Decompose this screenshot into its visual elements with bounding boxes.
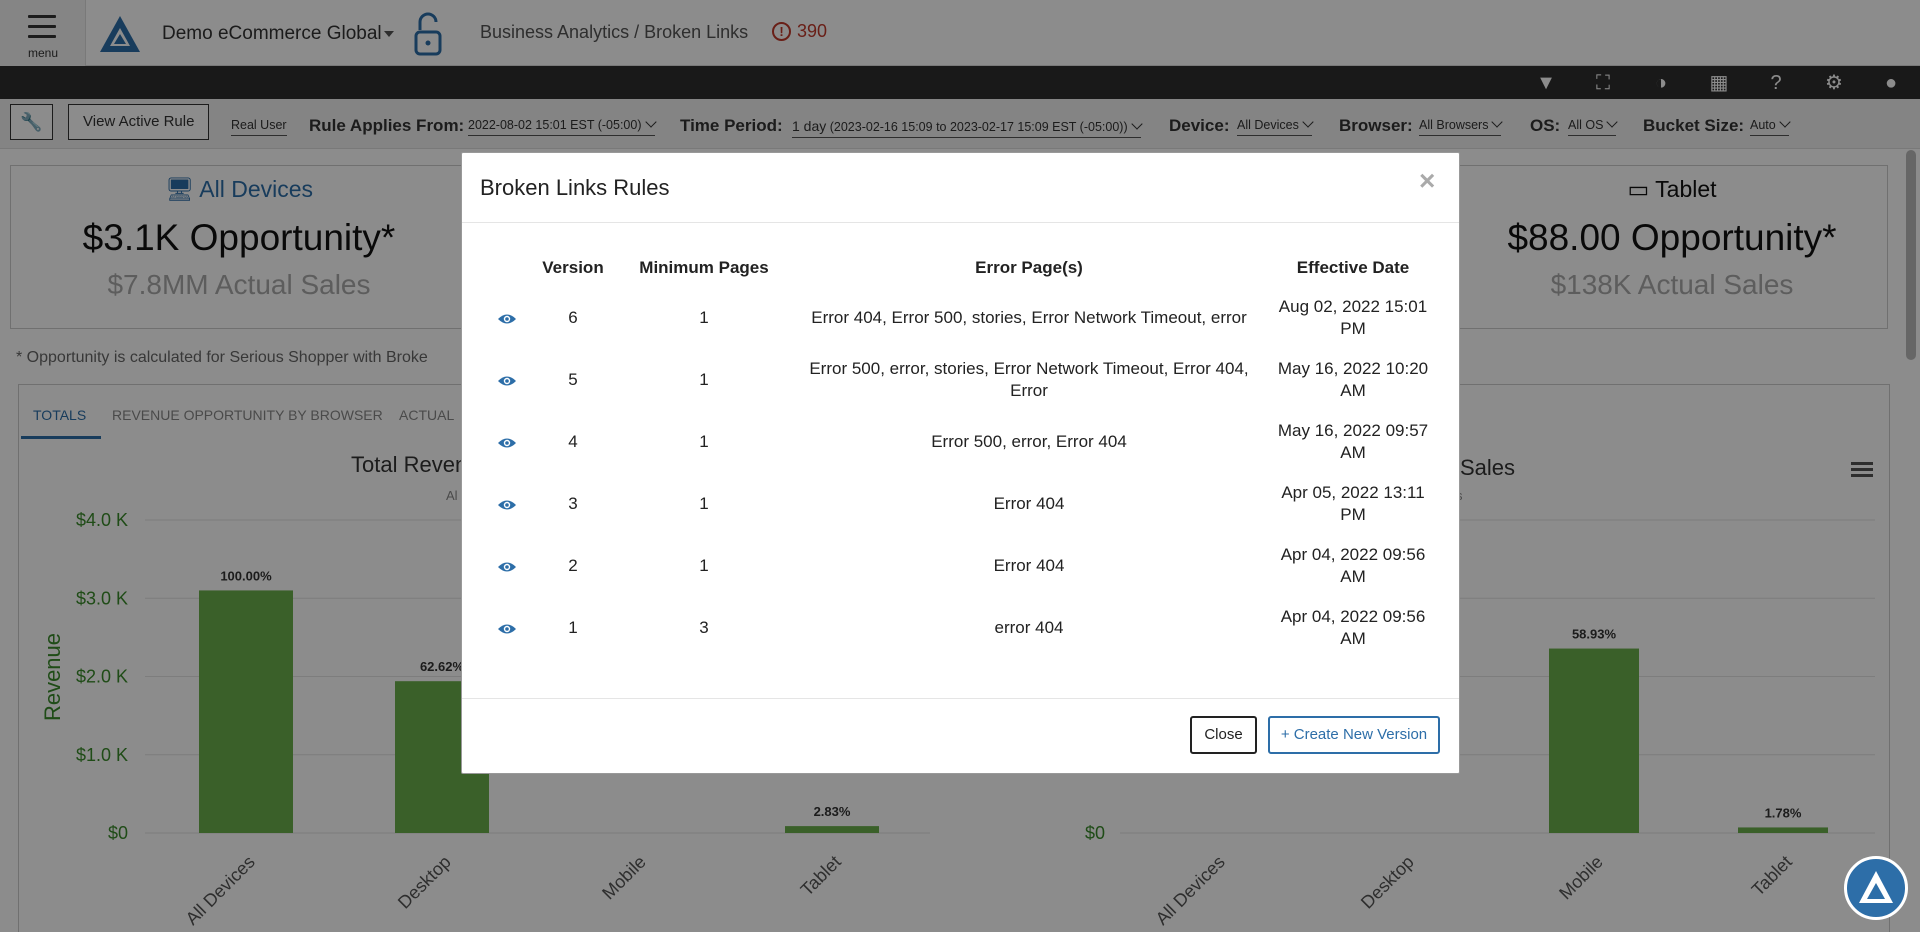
effective-date-cell: Apr 04, 2022 09:56 AM xyxy=(1280,607,1426,648)
column-header: Error Page(s) xyxy=(975,258,1083,277)
create-new-version-button[interactable]: + Create New Version xyxy=(1268,716,1440,754)
effective-date-cell: May 16, 2022 10:20 AM xyxy=(1277,359,1429,400)
min-pages-cell: 1 xyxy=(699,370,709,389)
eye-icon[interactable] xyxy=(497,622,517,636)
min-pages-cell: 3 xyxy=(699,618,709,637)
effective-date-cell: Apr 05, 2022 13:11 PM xyxy=(1281,483,1425,524)
error-pages-cell: Error 404 xyxy=(993,556,1065,575)
table-row: 3 1 Error 404 Apr 05, 2022 13:11 PM xyxy=(486,473,1438,535)
eye-icon[interactable] xyxy=(497,498,517,512)
version-cell: 4 xyxy=(568,432,578,451)
column-header: Version xyxy=(542,258,604,277)
version-cell: 6 xyxy=(568,308,578,327)
eye-icon[interactable] xyxy=(497,312,517,326)
table-row: 6 1 Error 404, Error 500, stories, Error N… xyxy=(486,287,1438,349)
eye-icon[interactable] xyxy=(497,436,517,450)
effective-date-cell: Apr 04, 2022 09:56 AM xyxy=(1280,545,1426,586)
view-cell xyxy=(486,287,528,349)
broken-links-rules-modal: Broken Links Rules × Version Minimum Pag… xyxy=(461,152,1460,774)
effective-date-cell: May 16, 2022 09:57 AM xyxy=(1277,421,1429,462)
min-pages-cell: 1 xyxy=(699,308,709,327)
view-cell xyxy=(486,597,528,659)
close-button[interactable]: Close xyxy=(1190,716,1257,754)
error-pages-cell: Error 404, Error 500, stories, Error Net… xyxy=(811,308,1247,327)
table-row: 4 1 Error 500, error, Error 404 May 16, 202… xyxy=(486,411,1438,473)
error-pages-cell: Error 404 xyxy=(993,494,1065,513)
version-cell: 5 xyxy=(568,370,578,389)
eye-icon[interactable] xyxy=(497,560,517,574)
min-pages-cell: 1 xyxy=(699,556,709,575)
min-pages-cell: 1 xyxy=(699,494,709,513)
version-cell: 1 xyxy=(568,618,578,637)
error-pages-cell: Error 500, error, Error 404 xyxy=(931,432,1127,451)
effective-date-cell: Aug 02, 2022 15:01 PM xyxy=(1278,297,1428,338)
view-cell xyxy=(486,535,528,597)
error-pages-cell: error 404 xyxy=(994,618,1064,637)
column-header: Minimum Pages xyxy=(639,258,769,277)
view-cell xyxy=(486,411,528,473)
close-icon[interactable]: × xyxy=(1419,165,1435,197)
eye-icon[interactable] xyxy=(497,374,517,388)
modal-header: Broken Links Rules × xyxy=(462,153,1459,223)
column-header: Effective Date xyxy=(1296,258,1410,277)
modal-title: Broken Links Rules xyxy=(480,175,670,200)
view-cell xyxy=(486,473,528,535)
brand-logo-icon xyxy=(1859,871,1893,903)
column-header xyxy=(486,249,528,287)
version-cell: 2 xyxy=(568,556,578,575)
table-header-row: Version Minimum Pages Error Page(s) Effe… xyxy=(486,249,1438,287)
min-pages-cell: 1 xyxy=(699,432,709,451)
table-row: 2 1 Error 404 Apr 04, 2022 09:56 AM xyxy=(486,535,1438,597)
view-cell xyxy=(486,349,528,411)
table-row: 1 3 error 404 Apr 04, 2022 09:56 AM xyxy=(486,597,1438,659)
version-cell: 3 xyxy=(568,494,578,513)
error-pages-cell: Error 500, error, stories, Error Network… xyxy=(809,359,1249,400)
table-row: 5 1 Error 500, error, stories, Error Netwo… xyxy=(486,349,1438,411)
modal-footer: Close + Create New Version xyxy=(462,698,1459,773)
rules-table: Version Minimum Pages Error Page(s) Effe… xyxy=(486,249,1438,659)
assistant-button[interactable] xyxy=(1844,856,1908,920)
